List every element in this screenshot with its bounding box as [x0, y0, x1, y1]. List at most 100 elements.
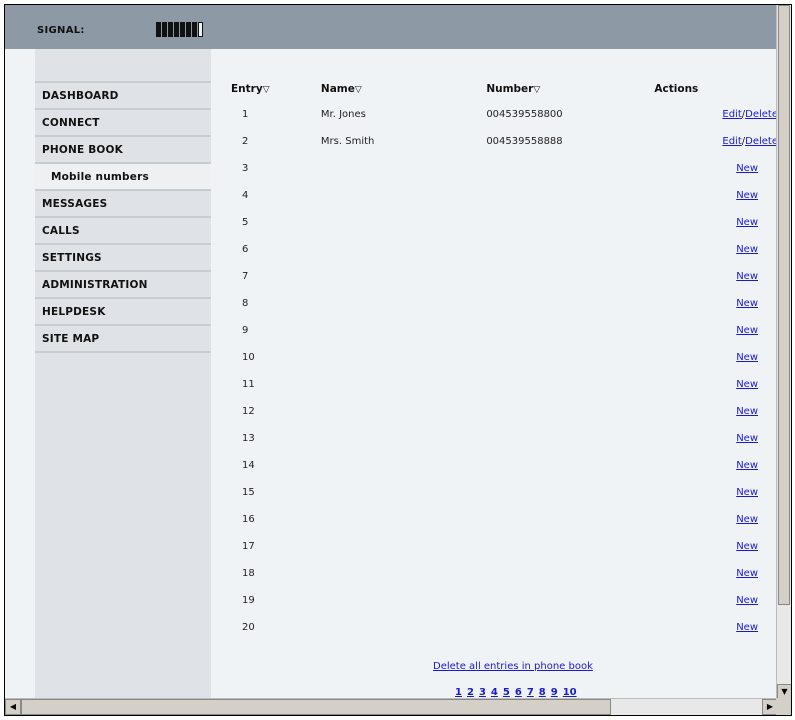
horizontal-scrollbar[interactable]: ◀ ▶: [5, 698, 778, 715]
table-row: 8 New: [231, 298, 778, 325]
page-link[interactable]: 2: [467, 687, 474, 698]
entry-cell: 10: [242, 352, 255, 363]
page-link[interactable]: 7: [527, 687, 534, 698]
sidebar-item-mobile-numbers[interactable]: Mobile numbers: [35, 164, 211, 191]
new-entry-link[interactable]: New: [736, 163, 758, 174]
entry-cell: 15: [242, 487, 255, 498]
actions-cell: New: [654, 244, 778, 271]
name-cell: [321, 325, 486, 352]
sidebar-item-calls[interactable]: CALLS: [35, 218, 211, 245]
new-entry-link[interactable]: New: [736, 352, 758, 363]
table-row: 13 New: [231, 433, 778, 460]
new-entry-link[interactable]: New: [736, 298, 758, 309]
column-header-actions: Actions: [654, 83, 699, 95]
page-link[interactable]: 8: [539, 687, 546, 698]
number-cell: [486, 433, 654, 460]
sidebar-item-messages[interactable]: MESSAGES: [35, 191, 211, 218]
number-cell: [486, 460, 654, 487]
page-link[interactable]: 6: [515, 687, 522, 698]
horizontal-scroll-thumb[interactable]: [21, 699, 611, 715]
vertical-scroll-thumb[interactable]: [778, 5, 790, 605]
name-cell: [321, 217, 486, 244]
name-cell: [321, 190, 486, 217]
delete-all-link[interactable]: Delete all entries in phone book: [433, 661, 593, 672]
page-link[interactable]: 9: [551, 687, 558, 698]
new-entry-link[interactable]: New: [736, 217, 758, 228]
sort-arrow-icon: ▽: [262, 85, 270, 95]
new-entry-link[interactable]: New: [736, 460, 758, 471]
new-entry-link[interactable]: New: [736, 622, 758, 633]
number-cell: [486, 352, 654, 379]
column-header-entry[interactable]: Entry▽: [231, 83, 321, 109]
scroll-left-arrow-icon[interactable]: ◀: [5, 699, 21, 715]
vertical-scrollbar[interactable]: ▼: [776, 5, 791, 700]
name-cell: Mr. Jones: [320, 109, 366, 120]
pagination: 1 2 3 4 5 6 7 8 9 10: [455, 687, 577, 698]
new-entry-link[interactable]: New: [736, 190, 758, 201]
new-entry-link[interactable]: New: [736, 541, 758, 552]
new-entry-link[interactable]: New: [736, 487, 758, 498]
name-cell: [321, 406, 486, 433]
sidebar-item-helpdesk[interactable]: HELPDESK: [35, 299, 211, 326]
sidebar-item-administration[interactable]: ADMINISTRATION: [35, 272, 211, 299]
entry-cell: 17: [242, 541, 255, 552]
page-link[interactable]: 5: [503, 687, 510, 698]
edit-link[interactable]: Edit: [722, 136, 741, 147]
actions-cell: New: [654, 487, 778, 514]
entry-cell: 6: [242, 244, 249, 255]
name-cell: [321, 163, 486, 190]
actions-cell: New: [654, 595, 778, 622]
table-row: 15 New: [231, 487, 778, 514]
actions-cell: New: [654, 217, 778, 244]
sidebar-item-settings[interactable]: SETTINGS: [35, 245, 211, 272]
actions-cell: New: [654, 271, 778, 298]
actions-cell: New: [654, 568, 778, 595]
entry-cell: 9: [242, 325, 249, 336]
new-entry-link[interactable]: New: [736, 433, 758, 444]
new-entry-link[interactable]: New: [736, 568, 758, 579]
sort-arrow-icon: ▽: [533, 85, 541, 95]
new-entry-link[interactable]: New: [736, 244, 758, 255]
number-cell: [486, 190, 654, 217]
page-link[interactable]: 4: [491, 687, 498, 698]
table-row: 1 Mr. Jones 004539558800 Edit/Delete: [231, 109, 778, 136]
table-row: 16 New: [231, 514, 778, 541]
new-entry-link[interactable]: New: [736, 595, 758, 606]
status-bar: SIGNAL:: [5, 5, 778, 49]
number-cell: 004539558888: [486, 136, 563, 147]
actions-cell: Edit/Delete: [654, 136, 778, 163]
new-entry-link[interactable]: New: [736, 325, 758, 336]
new-entry-link[interactable]: New: [736, 271, 758, 282]
entry-cell: 20: [242, 622, 255, 633]
name-cell: [321, 244, 486, 271]
sidebar-item-dashboard[interactable]: DASHBOARD: [35, 83, 211, 110]
entry-cell: 16: [242, 514, 255, 525]
page-link[interactable]: 10: [563, 687, 577, 698]
entry-cell: 12: [242, 406, 255, 417]
edit-link[interactable]: Edit: [722, 109, 741, 120]
sidebar-item-connect[interactable]: CONNECT: [35, 110, 211, 137]
name-cell: [321, 568, 486, 595]
column-header-number[interactable]: Number▽: [486, 83, 654, 109]
actions-cell: New: [654, 190, 778, 217]
actions-cell: New: [654, 622, 778, 649]
column-header-name[interactable]: Name▽: [321, 83, 486, 109]
actions-cell: New: [654, 325, 778, 352]
entry-cell: 8: [242, 298, 249, 309]
new-entry-link[interactable]: New: [736, 379, 758, 390]
number-cell: [486, 163, 654, 190]
delete-link[interactable]: Delete: [745, 109, 778, 120]
phone-book-table: Entry▽ Name▽ Number▽ Actions 1 Mr. Jones 0…: [231, 83, 778, 649]
sidebar-item-site-map[interactable]: SITE MAP: [35, 326, 211, 353]
new-entry-link[interactable]: New: [736, 406, 758, 417]
name-cell: [321, 622, 486, 649]
name-cell: [321, 379, 486, 406]
entry-cell: 18: [242, 568, 255, 579]
delete-link[interactable]: Delete: [745, 136, 778, 147]
table-row: 18 New: [231, 568, 778, 595]
new-entry-link[interactable]: New: [736, 514, 758, 525]
sidebar-item-phone-book[interactable]: PHONE BOOK: [35, 137, 211, 164]
page-link[interactable]: 3: [479, 687, 486, 698]
number-cell: 004539558800: [486, 109, 563, 120]
page-link[interactable]: 1: [455, 687, 462, 698]
